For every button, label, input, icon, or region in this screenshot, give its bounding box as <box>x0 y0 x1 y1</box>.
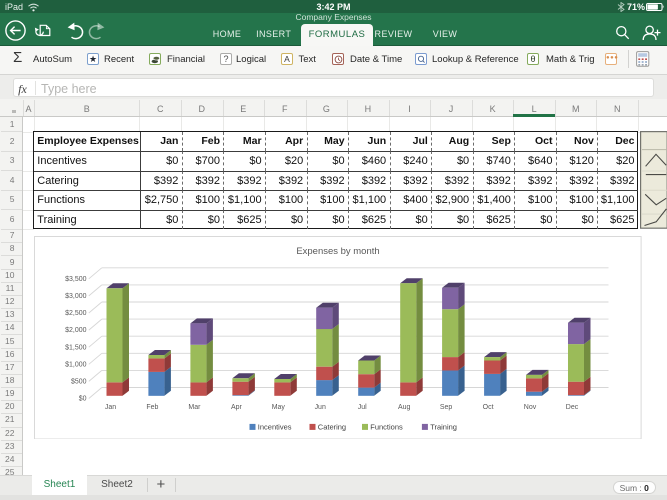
svg-text:Jun: Jun <box>315 403 326 410</box>
svg-text:Incentives: Incentives <box>258 422 292 431</box>
svg-text:May: May <box>272 403 286 410</box>
svg-text:Feb: Feb <box>146 403 158 410</box>
svg-text:Nov: Nov <box>524 403 537 410</box>
svg-text:$2,500: $2,500 <box>65 310 86 317</box>
svg-text:Functions: Functions <box>370 422 403 431</box>
svg-text:$1,000: $1,000 <box>65 361 86 368</box>
svg-text:$2,000: $2,000 <box>65 327 86 334</box>
svg-text:$0: $0 <box>79 395 87 402</box>
svg-text:Sep: Sep <box>440 403 453 410</box>
svg-text:Oct: Oct <box>483 403 494 410</box>
svg-text:$3,000: $3,000 <box>65 293 86 300</box>
svg-text:Aug: Aug <box>398 403 411 410</box>
svg-text:Jan: Jan <box>105 403 116 410</box>
svg-text:Expenses by month: Expenses by month <box>296 246 379 257</box>
svg-text:Catering: Catering <box>318 422 346 431</box>
svg-text:$500: $500 <box>71 378 87 385</box>
svg-text:Mar: Mar <box>188 403 201 410</box>
svg-text:$1,500: $1,500 <box>65 344 86 351</box>
svg-text:Dec: Dec <box>566 403 579 410</box>
svg-text:Training: Training <box>430 422 457 431</box>
svg-text:$3,500: $3,500 <box>65 275 86 282</box>
svg-text:Apr: Apr <box>231 403 243 410</box>
svg-text:Jul: Jul <box>358 403 367 410</box>
